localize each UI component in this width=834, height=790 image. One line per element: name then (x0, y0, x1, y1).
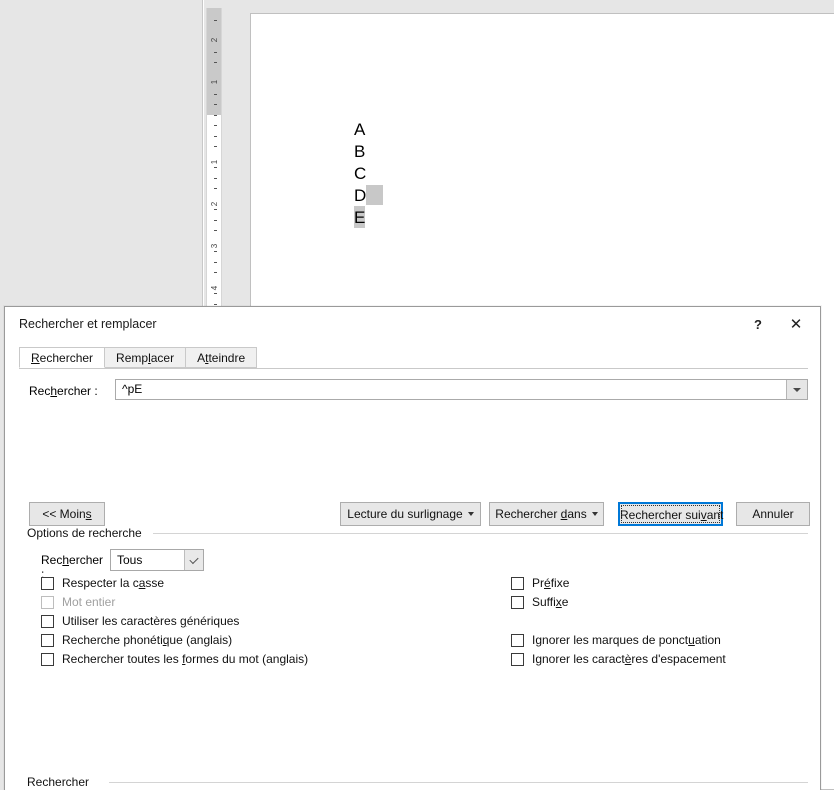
find-in-button[interactable]: Rechercher dans (489, 502, 604, 526)
checkbox-label: Recherche phonétique (anglais) (62, 633, 233, 647)
checkbox-label: Utiliser les caractères génériques (62, 614, 240, 628)
find-combobox[interactable]: ^pE (115, 379, 808, 400)
ruler-tick-label: 1 (209, 79, 219, 85)
dialog-tabstrip: Rechercher Remplacer Atteindre (19, 347, 820, 369)
cancel-button[interactable]: Annuler (736, 502, 810, 526)
search-scope-dropdown-button[interactable] (184, 550, 203, 570)
help-icon[interactable]: ? (744, 313, 772, 337)
ruler-tick-dash (214, 51, 217, 53)
ruler-tick-dash (214, 20, 217, 21)
ruler-tick-dash (214, 135, 217, 137)
ruler-tick-dash (214, 209, 217, 210)
doc-char-b: B (354, 142, 366, 161)
tab-remplacer[interactable]: Remplacer (104, 347, 187, 368)
reading-highlight-label: Lecture du surlignage (347, 507, 463, 521)
ruler-tick-dash (214, 146, 217, 147)
find-label: Rechercher : (29, 384, 98, 398)
doc-line-b: B (354, 141, 383, 163)
doc-char-c: C (354, 164, 367, 183)
dialog-title-bar: Rechercher et remplacer ? ✕ (5, 307, 820, 343)
ruler-tick-dash (214, 125, 217, 126)
group-divider (109, 782, 808, 783)
checkbox-label: Ignorer les caractères d'espacement (532, 652, 726, 666)
checkbox-box[interactable] (511, 653, 524, 666)
find-row: Rechercher : ^pE (5, 379, 820, 403)
checkbox-label: Mot entier (62, 595, 116, 609)
ruler-tick-dash (214, 272, 217, 273)
dialog-body: Rechercher : ^pE << Moins Lecture du sur… (5, 369, 820, 790)
tab-rechercher[interactable]: Rechercher (19, 347, 106, 368)
doc-line-a: A (354, 119, 383, 141)
ruler-tick-dash (214, 251, 217, 252)
footer-group-label: Rechercher (27, 775, 96, 789)
checkbox-label: Suffixe (532, 595, 569, 609)
search-scope-select[interactable]: Tous (110, 549, 204, 571)
ruler-tick-label: 3 (209, 243, 219, 249)
doc-line-e: E (354, 206, 383, 229)
footer-group: Rechercher (27, 775, 808, 789)
selected-paragraph-mark (366, 185, 384, 205)
ruler-tick-dash (214, 167, 217, 168)
find-next-button[interactable]: Rechercher suivant (618, 502, 723, 526)
find-dropdown-button[interactable] (786, 380, 807, 399)
ruler-tick-dash (214, 114, 217, 116)
less-button[interactable]: << Moins (29, 502, 105, 526)
ruler-tick-dash (214, 93, 217, 95)
reading-highlight-button[interactable]: Lecture du surlignage (340, 502, 481, 526)
app-root: 21123416 A B C D E Rechercher et remplac… (0, 0, 834, 790)
ruler-tick-dash (214, 104, 217, 105)
search-options-group: Options de recherche (27, 526, 808, 540)
ruler-tick-dash (214, 303, 217, 305)
checkbox-label: Respecter la casse (62, 576, 165, 590)
ruler-tick-dash (214, 219, 217, 221)
doc-char-d: D (354, 186, 367, 205)
ruler-tick-dash (214, 177, 217, 179)
checkbox-box (41, 596, 54, 609)
doc-char-e: E (354, 206, 366, 228)
ruler-tick-dash (214, 230, 217, 231)
checkbox-label: Rechercher toutes les formes du mot (ang… (62, 652, 309, 666)
checkbox-box[interactable] (41, 634, 54, 647)
dialog-title: Rechercher et remplacer (19, 317, 157, 331)
ruler-tick-dash (214, 261, 217, 263)
group-divider (153, 533, 808, 534)
search-input[interactable]: ^pE (116, 380, 785, 399)
ruler-tick-label: 4 (209, 285, 219, 291)
checkbox-label: Ignorer les marques de ponctuation (532, 633, 721, 647)
caret-down-icon (591, 512, 598, 516)
find-replace-dialog: Rechercher et remplacer ? ✕ Rechercher R… (4, 306, 821, 790)
document-text-block: A B C D E (354, 119, 384, 229)
chevron-down-icon (793, 387, 801, 392)
checkbox-label: Préfixe (532, 576, 570, 590)
doc-line-c: C (354, 163, 383, 185)
ruler-tick-dash (214, 188, 217, 189)
ruler-tick-label: 2 (209, 201, 219, 207)
focus-ring (621, 505, 720, 523)
ruler-tick-label: 2 (209, 37, 219, 43)
checkbox-box[interactable] (511, 596, 524, 609)
checkbox-box[interactable] (41, 615, 54, 628)
checkbox-box[interactable] (511, 577, 524, 590)
doc-char-a: A (354, 120, 366, 139)
ruler-tick-dash (214, 62, 217, 63)
search-scope-value: Tous (117, 553, 143, 567)
chevron-down-icon (189, 554, 199, 565)
checkbox-box[interactable] (41, 577, 54, 590)
doc-line-d: D (354, 185, 384, 207)
checkbox-box[interactable] (511, 634, 524, 647)
caret-down-icon (467, 512, 474, 516)
ruler-tick-dash (214, 293, 217, 294)
search-options-label: Options de recherche (27, 526, 148, 540)
checkbox-box[interactable] (41, 653, 54, 666)
tab-atteindre[interactable]: Atteindre (185, 347, 258, 368)
close-icon[interactable]: ✕ (782, 313, 810, 337)
find-in-label: Rechercher dans (495, 507, 587, 521)
ruler-tick-label: 1 (209, 159, 219, 165)
